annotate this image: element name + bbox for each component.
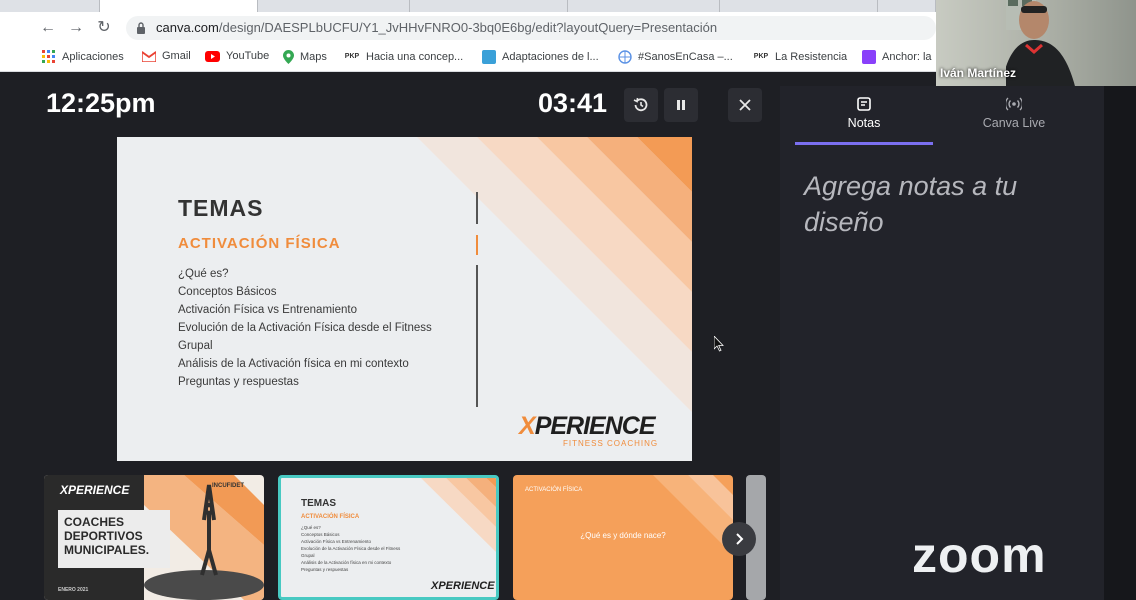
maps-pin-icon [283, 50, 294, 64]
history-icon [633, 97, 648, 112]
browser-toolbar: ← → ↻ canva.com/design/DAESPLbUCFU/Y1_Jv… [0, 12, 936, 44]
reset-timer-button[interactable] [624, 88, 658, 122]
slide-topic: Evolución de la Activación Física desde … [178, 322, 432, 334]
bookmark-la-resistencia[interactable]: PKP La Resistencia [753, 50, 847, 64]
thumb-logo: XPERIENCE [431, 580, 495, 592]
bookmark-label: Aplicaciones [62, 51, 124, 63]
browser-tab[interactable] [0, 0, 100, 12]
slide-topic: Conceptos Básicos [178, 286, 277, 298]
thumb-title: TEMAS [301, 498, 336, 509]
thumb-logo: XPERIENCE [60, 483, 130, 497]
bookmark-label: Anchor: la [882, 51, 932, 63]
slide-topic: Grupal [178, 340, 213, 352]
bookmark-label: #SanosEnCasa –... [638, 51, 733, 63]
tab-notas[interactable]: Notas [795, 96, 933, 130]
slide-divider [476, 192, 478, 224]
bookmark-label: La Resistencia [775, 51, 848, 63]
bookmark-youtube[interactable]: YouTube [205, 50, 269, 62]
xperience-logo: XPERIENCE [519, 412, 655, 440]
pkp-icon: PKP [753, 53, 769, 60]
screen: ← → ↻ canva.com/design/DAESPLbUCFU/Y1_Jv… [0, 0, 1136, 600]
slide-thumbnail-2-selected[interactable]: TEMAS ACTIVACIÓN FÍSICA ¿Qué es? Concept… [278, 475, 499, 600]
browser-tab-strip [0, 0, 936, 12]
anchor-icon [862, 50, 876, 64]
bookmark-adaptaciones[interactable]: Adaptaciones de l... [482, 50, 599, 64]
slide-topic: Activación Física vs Entrenamiento [178, 304, 357, 316]
tab-canva-live[interactable]: Canva Live [945, 96, 1083, 130]
browser-tab[interactable] [568, 0, 720, 12]
broadcast-icon [1006, 97, 1022, 111]
slide-thumbnail-1[interactable]: XPERIENCE INCUFIDET COACHES DEPORTIVOS M… [44, 475, 264, 600]
bookmark-sanosencasa[interactable]: #SanosEnCasa –... [618, 50, 733, 64]
browser-tab[interactable] [720, 0, 878, 12]
slide-topic: Análisis de la Activación física en mi c… [178, 358, 409, 370]
reload-icon[interactable]: ↻ [94, 18, 114, 38]
slide-thumbnail-3[interactable]: ACTIVACIÓN FÍSICA ¿Qué es y dónde nace? [513, 475, 733, 600]
active-tab-indicator [795, 142, 933, 145]
slide-divider-accent [476, 235, 478, 255]
bookmark-hacia-una-concep[interactable]: PKP Hacia una concep... [344, 50, 463, 64]
current-slide: TEMAS ACTIVACIÓN FÍSICA ¿Qué es? Concept… [117, 137, 692, 461]
thumb-date: ENERO 2021 [58, 587, 89, 593]
thumb-topic-list: ¿Qué es? Conceptos Básicos Activación Fí… [301, 525, 401, 572]
presenter-stage: 12:25pm 03:41 TEMAS ACTIVACIÓN FÍSICA ¿Q… [30, 72, 780, 600]
close-presenter-button[interactable] [728, 88, 762, 122]
thumb-question: ¿Qué es y dónde nace? [580, 531, 666, 540]
mouse-cursor-icon [714, 336, 724, 352]
notes-panel: Notas Canva Live Agrega notas a tu diseñ… [780, 86, 1104, 600]
bookmark-label: Maps [300, 51, 327, 63]
browser-tab-active[interactable] [100, 0, 258, 12]
lock-icon [137, 22, 145, 34]
bookmark-maps[interactable]: Maps [283, 50, 327, 64]
participant-name: Iván Martínez [940, 66, 1017, 80]
chevron-right-icon [736, 533, 744, 545]
thumbnails-next-button[interactable] [722, 522, 756, 556]
url-text: canva.com/design/DAESPLbUCFU/Y1_JvHHvFNR… [156, 20, 718, 35]
zoom-watermark: zoom [912, 527, 1047, 583]
gmail-icon [142, 50, 156, 62]
slide-divider [476, 265, 478, 407]
notes-input[interactable]: Agrega notas a tu diseño [804, 168, 1074, 240]
slide-title: TEMAS [178, 195, 264, 221]
tab-label: Notas [847, 116, 881, 130]
browser-tab[interactable] [258, 0, 410, 12]
youtube-icon [205, 50, 220, 62]
bookmark-label: Hacia una concep... [366, 51, 464, 63]
browser-tab[interactable] [878, 0, 936, 12]
slide-subtitle: ACTIVACIÓN FÍSICA [178, 235, 341, 252]
bookmark-gmail[interactable]: Gmail [142, 50, 191, 62]
bookmark-anchor[interactable]: Anchor: la [862, 50, 932, 64]
apps-grid-icon [42, 50, 55, 63]
browser-tab[interactable] [410, 0, 568, 12]
un-globe-icon [618, 50, 632, 64]
panel-edge [1104, 86, 1136, 600]
slide-topic: ¿Qué es? [178, 268, 229, 280]
bookmark-label: YouTube [226, 50, 270, 62]
presentation-timer: 03:41 [538, 88, 608, 118]
slide-topic-list: ¿Qué es? Conceptos Básicos Activación Fí… [178, 265, 468, 391]
notes-icon [857, 97, 871, 111]
logo-tagline: FITNESS COACHING [563, 439, 659, 448]
bookmark-aplicaciones[interactable]: Aplicaciones [42, 50, 124, 64]
address-bar[interactable]: canva.com/design/DAESPLbUCFU/Y1_JvHHvFNR… [126, 16, 936, 40]
bookmarks-bar: Aplicaciones Gmail YouTube Maps PKP Haci… [0, 44, 936, 72]
thumb-label: ACTIVACIÓN FÍSICA [525, 487, 583, 493]
bookmark-label: Gmail [162, 50, 191, 62]
slide-topic: Preguntas y respuestas [178, 376, 299, 388]
thumb-subtitle: ACTIVACIÓN FÍSICA [301, 514, 360, 520]
pause-timer-button[interactable] [664, 88, 698, 122]
participant-video: Iván Martínez [936, 0, 1136, 86]
participant-silhouette [1006, 0, 1075, 86]
bookmark-label: Adaptaciones de l... [502, 51, 599, 63]
current-time: 12:25pm [46, 88, 156, 118]
bookmark-blue-icon [482, 50, 496, 64]
forward-arrow-icon[interactable]: → [66, 18, 86, 38]
thumb-badge: INCUFIDET [212, 483, 244, 489]
tab-label: Canva Live [982, 116, 1046, 130]
pause-icon [677, 100, 685, 110]
close-icon [739, 99, 751, 111]
pkp-icon: PKP [344, 53, 360, 60]
back-arrow-icon[interactable]: ← [38, 18, 58, 38]
thumb-title: COACHES DEPORTIVOS MUNICIPALES. [64, 515, 150, 557]
